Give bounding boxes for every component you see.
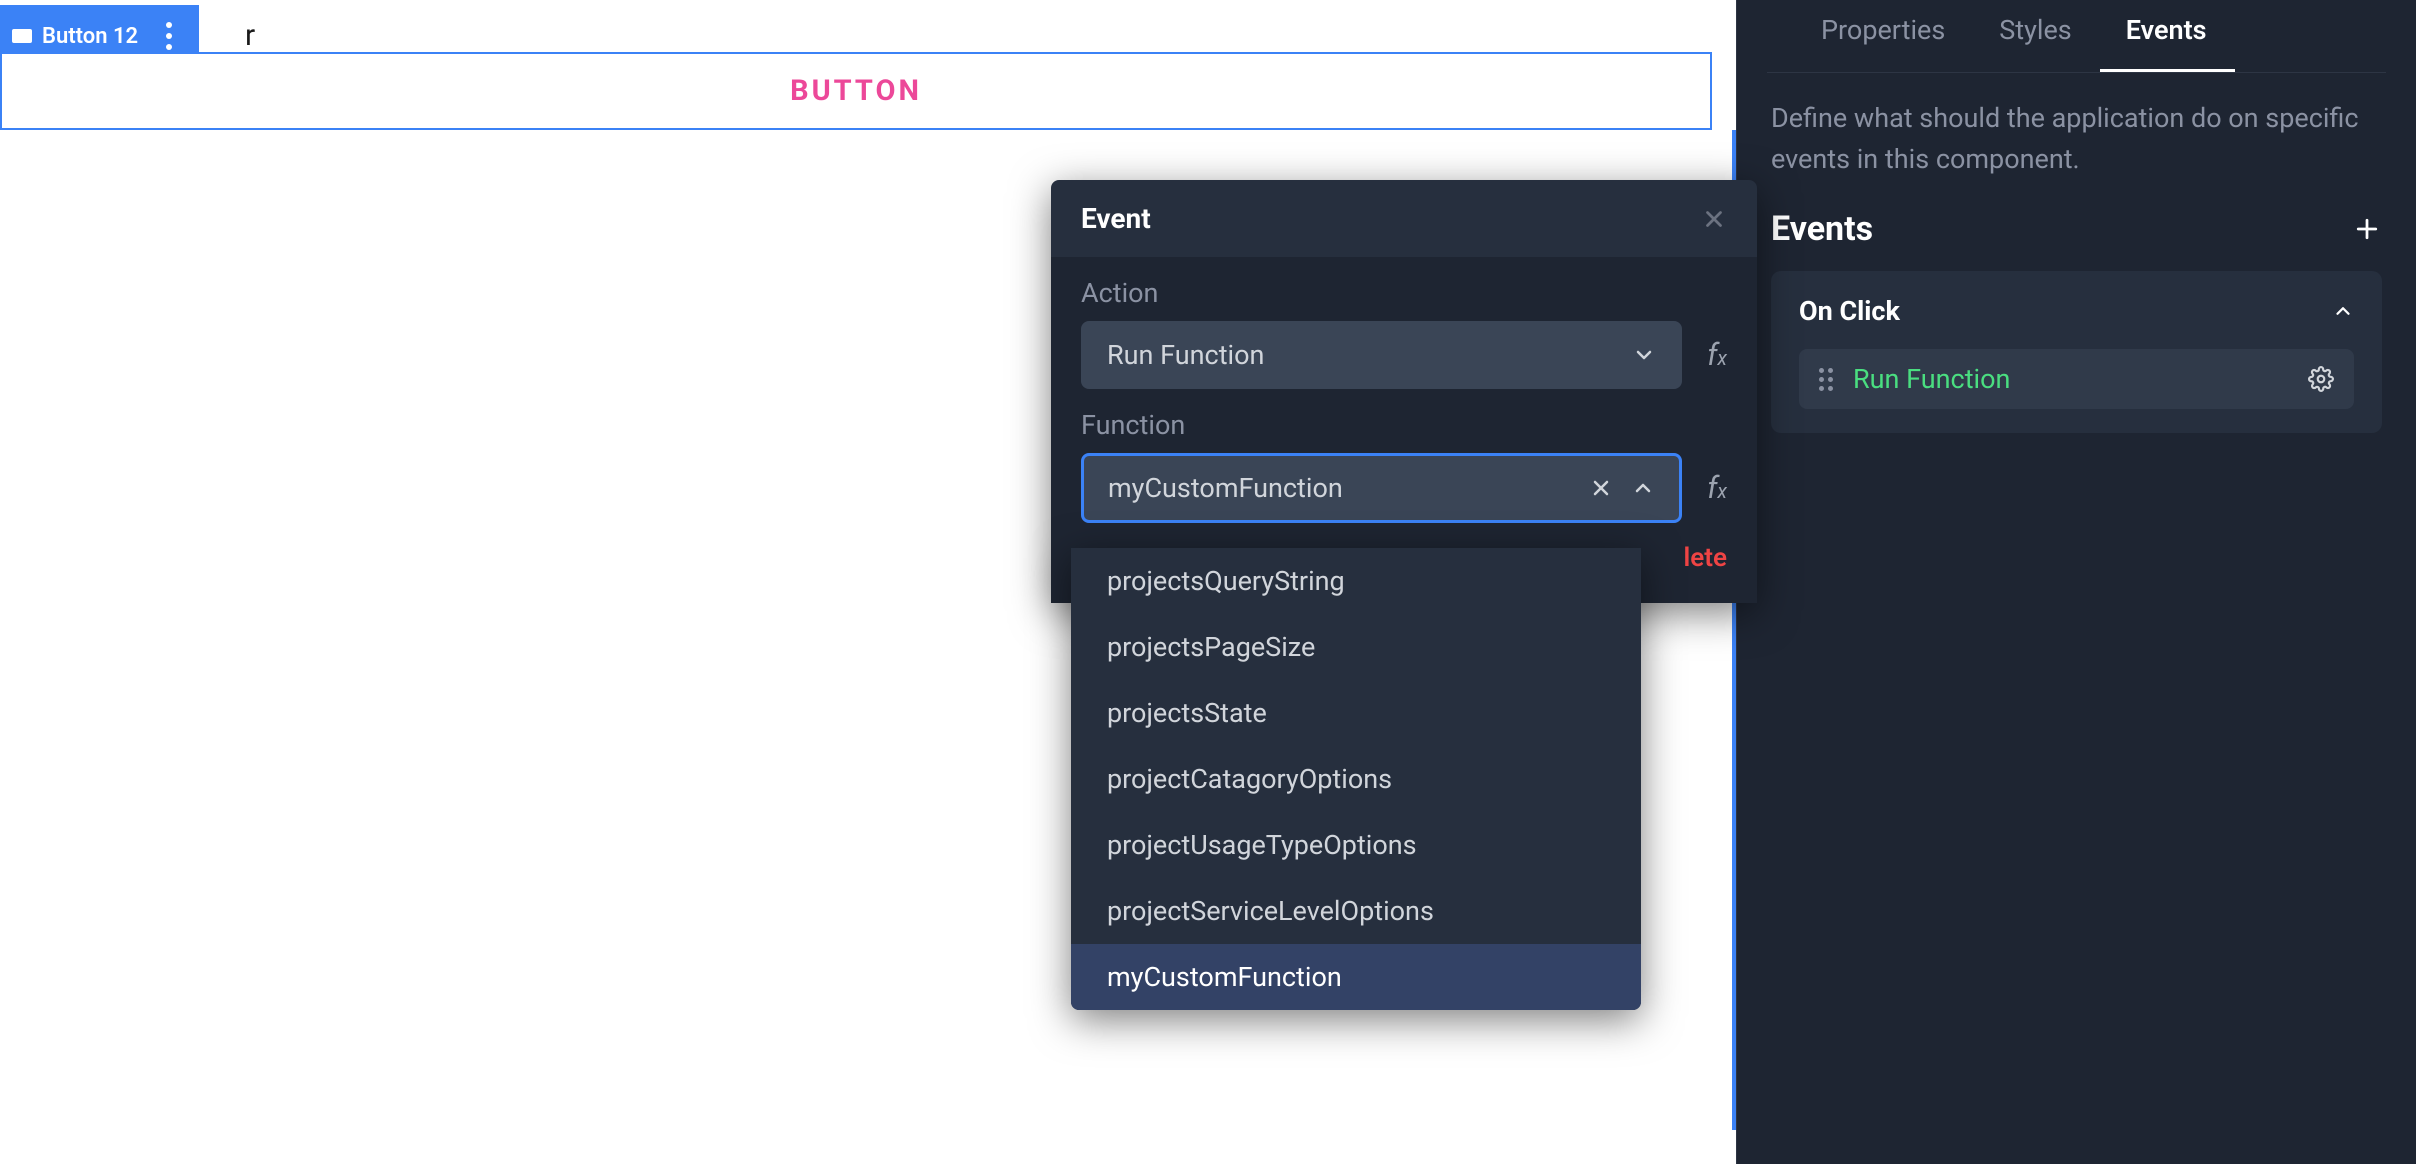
fx-icon[interactable]: fx [1707, 338, 1727, 373]
function-dropdown-list: projectsQueryStringprojectsPageSizeproje… [1071, 548, 1641, 1010]
fx-icon[interactable]: fx [1707, 471, 1727, 506]
chevron-up-icon [2332, 300, 2354, 322]
event-name: On Click [1799, 295, 1900, 327]
tab-events[interactable]: Events [2100, 0, 2235, 72]
dropdown-item[interactable]: projectCatagoryOptions [1071, 746, 1641, 812]
selection-name: Button 12 [42, 24, 138, 49]
close-icon[interactable] [1701, 206, 1727, 232]
function-select[interactable]: myCustomFunction [1081, 453, 1682, 523]
inspector-panel: Properties Styles Events Define what sho… [1736, 0, 2416, 1164]
button-type-icon [12, 29, 32, 43]
function-field-label: Function [1081, 389, 1727, 453]
chevron-up-icon[interactable] [1631, 476, 1655, 500]
dropdown-item[interactable]: projectUsageTypeOptions [1071, 812, 1641, 878]
event-action-item[interactable]: Run Function [1799, 349, 2354, 409]
gear-icon[interactable] [2308, 366, 2334, 392]
action-select-value: Run Function [1107, 339, 1264, 371]
dropdown-item[interactable]: myCustomFunction [1071, 944, 1641, 1010]
dropdown-item[interactable]: projectsPageSize [1071, 614, 1641, 680]
clear-icon[interactable] [1589, 476, 1613, 500]
drag-handle-icon[interactable] [1819, 368, 1833, 391]
plus-icon[interactable] [2352, 214, 2382, 244]
canvas-button-label: BUTTON [790, 74, 922, 108]
event-card-header[interactable]: On Click [1799, 295, 2354, 327]
event-panel-header: Event [1051, 180, 1757, 257]
event-card-onclick: On Click Run Function [1771, 271, 2382, 433]
dropdown-item[interactable]: projectsState [1071, 680, 1641, 746]
canvas-button[interactable]: BUTTON [0, 52, 1712, 130]
events-header: Events [1737, 199, 2416, 271]
chevron-down-icon [1632, 343, 1656, 367]
event-edit-panel: Event Action Run Function fx Function my… [1051, 180, 1757, 603]
action-field-label: Action [1081, 257, 1727, 321]
dropdown-item[interactable]: projectServiceLevelOptions [1071, 878, 1641, 944]
events-heading: Events [1771, 209, 1873, 249]
canvas-background-text: r [245, 18, 255, 53]
event-panel-title: Event [1081, 202, 1151, 235]
events-description: Define what should the application do on… [1737, 73, 2416, 199]
action-label: Run Function [1853, 363, 2010, 395]
tab-styles[interactable]: Styles [1973, 0, 2099, 72]
more-vertical-icon [166, 22, 172, 50]
function-select-value: myCustomFunction [1108, 472, 1343, 504]
inspector-tabs: Properties Styles Events [1767, 0, 2386, 73]
action-select[interactable]: Run Function [1081, 321, 1682, 389]
dropdown-item[interactable]: projectsQueryString [1071, 548, 1641, 614]
tab-properties[interactable]: Properties [1795, 0, 1973, 72]
